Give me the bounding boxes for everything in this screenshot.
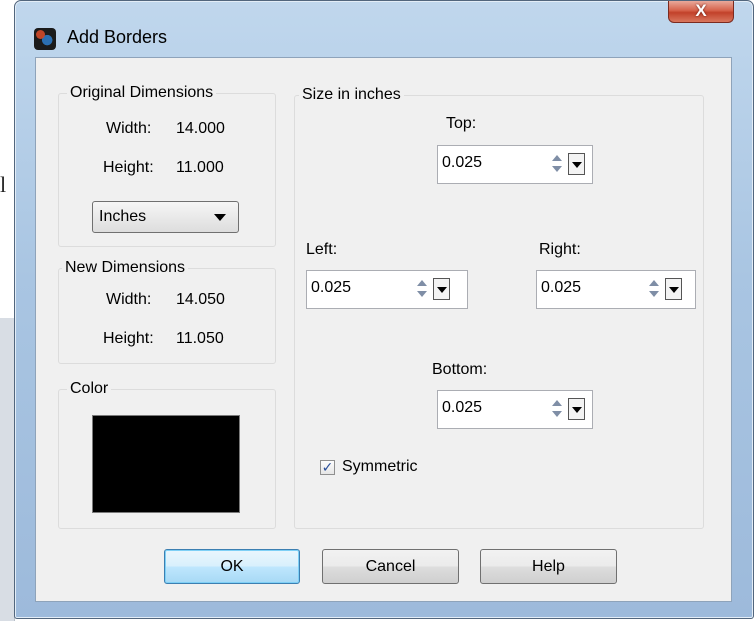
- dropdown-arrow-icon[interactable]: [665, 278, 682, 300]
- new-width-value: 14.050: [176, 291, 225, 308]
- right-spinbox[interactable]: 0.025: [536, 270, 696, 309]
- original-dimensions-title: Original Dimensions: [67, 84, 217, 102]
- new-dimensions-title: New Dimensions: [62, 259, 189, 277]
- original-width-label: Width:: [106, 120, 152, 137]
- original-height-value: 11.000: [176, 159, 224, 176]
- left-spinbox[interactable]: 0.025: [306, 270, 468, 309]
- spin-updown-icon[interactable]: [551, 152, 564, 176]
- background-window-text: l: [0, 172, 7, 197]
- top-label: Top:: [446, 115, 477, 132]
- add-borders-dialog: X Add Borders Original Dimensions Width:…: [14, 0, 754, 619]
- help-button[interactable]: Help: [480, 549, 617, 584]
- dialog-title: Add Borders: [67, 27, 168, 47]
- original-height-label: Height:: [103, 159, 154, 176]
- color-group: Color: [58, 380, 276, 529]
- original-dimensions-group: Original Dimensions Width: 14.000 Height…: [58, 84, 276, 247]
- original-width-value: 14.000: [176, 120, 225, 137]
- bottom-spinbox[interactable]: 0.025: [437, 390, 593, 429]
- new-height-label: Height:: [103, 330, 154, 347]
- units-dropdown[interactable]: Inches: [92, 201, 239, 233]
- dropdown-arrow-icon[interactable]: [433, 278, 450, 300]
- right-value: 0.025: [541, 279, 582, 296]
- new-width-label: Width:: [106, 291, 152, 308]
- size-group-title: Size in inches: [299, 86, 404, 104]
- units-selected: Inches: [99, 208, 147, 225]
- cancel-button[interactable]: Cancel: [322, 549, 459, 584]
- dropdown-arrow-icon[interactable]: [568, 398, 585, 420]
- ok-button[interactable]: OK: [164, 549, 300, 584]
- spin-updown-icon[interactable]: [416, 277, 429, 301]
- checkmark-icon[interactable]: ✓: [320, 460, 335, 475]
- new-height-value: 11.050: [176, 330, 224, 347]
- dialog-client-area: Original Dimensions Width: 14.000 Height…: [35, 57, 732, 602]
- top-spinbox[interactable]: 0.025: [437, 145, 593, 184]
- screen: l X Add Borders Original Dimensions Widt…: [0, 0, 754, 621]
- bottom-label: Bottom:: [432, 361, 488, 378]
- symmetric-label: Symmetric: [342, 458, 418, 475]
- spin-updown-icon[interactable]: [648, 277, 661, 301]
- new-dimensions-group: New Dimensions Width: 14.050 Height: 11.…: [58, 259, 276, 364]
- bottom-value: 0.025: [442, 399, 483, 416]
- app-icon: [34, 28, 56, 50]
- left-value: 0.025: [311, 279, 352, 296]
- top-value: 0.025: [442, 154, 483, 171]
- color-group-title: Color: [67, 380, 112, 398]
- color-swatch[interactable]: [92, 415, 240, 513]
- background-window-edge: [0, 318, 15, 621]
- right-label: Right:: [539, 241, 581, 258]
- left-label: Left:: [306, 241, 338, 258]
- dropdown-arrow-icon[interactable]: [568, 153, 585, 175]
- spin-updown-icon[interactable]: [551, 397, 564, 421]
- chevron-down-icon: [214, 214, 226, 221]
- close-button[interactable]: X: [668, 1, 734, 23]
